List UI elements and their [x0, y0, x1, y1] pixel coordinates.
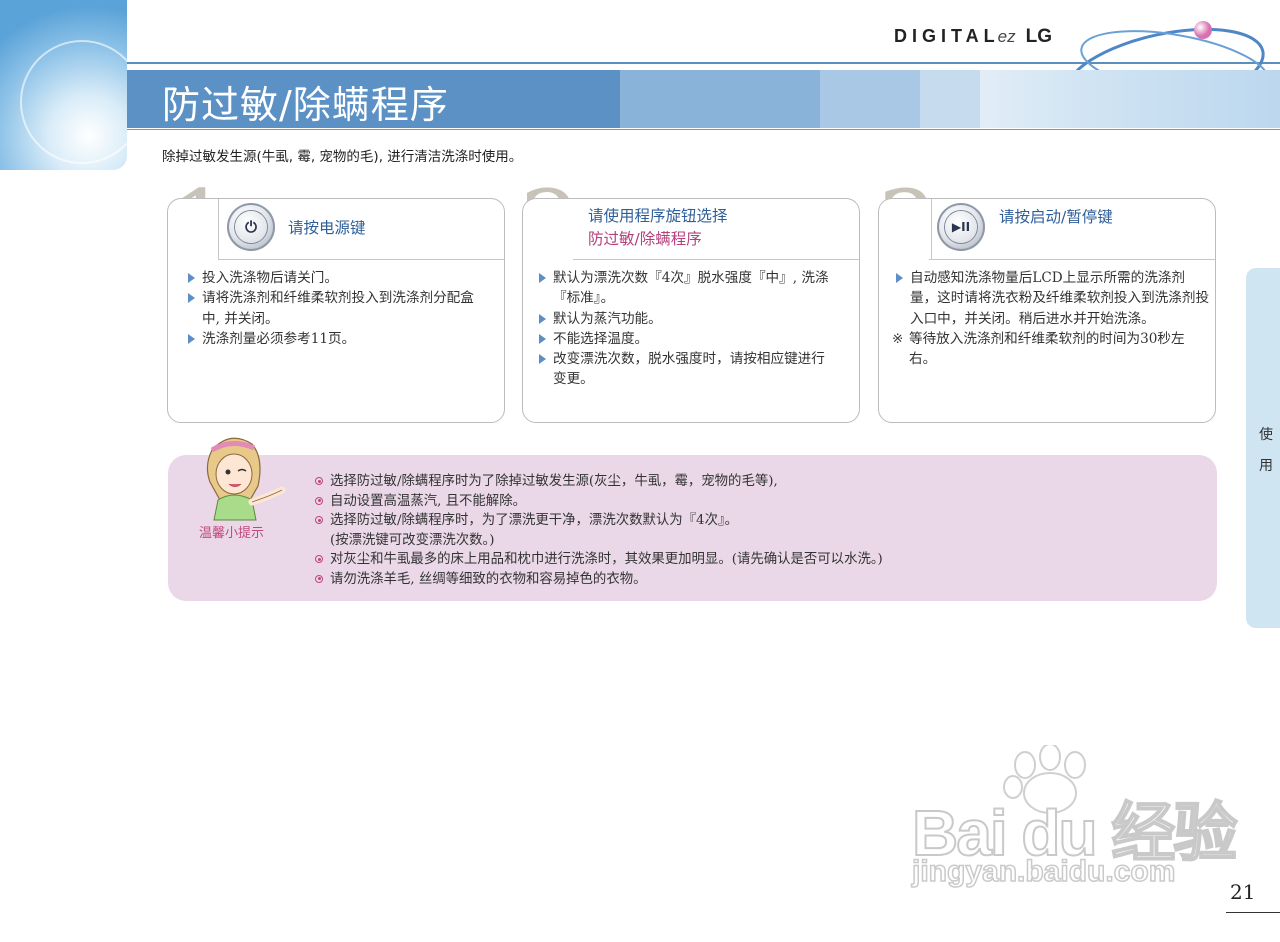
list-item: 改变漂洗次数，脱水强度时，请按相应键进行变更。 — [537, 349, 837, 390]
girl-mascot-icon — [206, 437, 286, 521]
list-item: (按漂洗键可改变漂洗次数。) — [330, 532, 495, 548]
step-3-heading: 请按启动/暂停键 — [999, 208, 1113, 226]
list-item: 默认为蒸汽功能。 — [537, 309, 837, 329]
list-item: 选择防过敏/除螨程序时为了除掉过敏发生源(灰尘，牛虱，霉，宠物的毛等), — [314, 472, 883, 492]
intro-text: 除掉过敏发生源(牛虱, 霉, 宠物的毛), 进行清洁洗涤时使用。 — [162, 149, 523, 165]
page-title: 防过敏/除螨程序 — [162, 83, 449, 127]
step-2-heading-line1: 请使用程序旋钮选择 — [588, 207, 728, 225]
list-item: 自动感知洗涤物量后LCD上显示所需的洗涤剂量，这时请将洗衣粉及纤维柔软剂投入到洗… — [894, 268, 1210, 329]
tip-list: 选择防过敏/除螨程序时为了除掉过敏发生源(灰尘，牛虱，霉，宠物的毛等), 自动设… — [314, 472, 883, 590]
step-3-list: 自动感知洗涤物量后LCD上显示所需的洗涤剂量，这时请将洗衣粉及纤维柔软剂投入到洗… — [892, 268, 1210, 369]
page-number: 21 — [1230, 880, 1256, 904]
step-1-list: 投入洗涤物后请关门。 请将洗涤剂和纤维柔软剂投入到洗涤剂分配盒中, 并关闭。 洗… — [186, 268, 486, 349]
list-item: 洗涤剂量必须参考11页。 — [186, 329, 486, 349]
pink-sphere-icon — [1194, 21, 1212, 39]
note-mark: ※ — [892, 330, 904, 347]
start-pause-button-icon: ▶II — [937, 203, 985, 251]
banner-rule — [127, 129, 1280, 130]
list-item: 对灰尘和牛虱最多的床上用品和枕巾进行洗涤时，其效果更加明显。(请先确认是否可以水… — [314, 550, 883, 570]
power-button-icon: ⏻ — [227, 203, 275, 251]
list-item: 选择防过敏/除螨程序时，为了漂洗更干净，漂洗次数默认为『4次』。 — [314, 511, 883, 531]
page-number-rule — [1226, 912, 1280, 913]
tip-label: 温馨小提示 — [199, 526, 265, 541]
watermark-url: jingyan.baidu.com — [911, 854, 1176, 889]
power-icon: ⏻ — [235, 211, 267, 243]
step-2-heading: 请使用程序旋钮选择 防过敏/除螨程序 — [588, 205, 728, 251]
step-2-list: 默认为漂洗次数『4次』脱水强度『中』, 洗涤『标准』。 默认为蒸汽功能。 不能选… — [537, 268, 837, 390]
note-item: ※ 等待放入洗涤剂和纤维柔软剂的时间为30秒左右。 — [892, 330, 1185, 368]
list-item: 请勿洗涤羊毛, 丝绸等细致的衣物和容易掉色的衣物。 — [314, 570, 883, 590]
step-2-heading-line2: 防过敏/除螨程序 — [588, 230, 702, 248]
play-pause-icon: ▶II — [945, 211, 977, 243]
step-1-heading: 请按电源键 — [288, 219, 366, 237]
corner-decoration — [0, 0, 127, 170]
list-item: 投入洗涤物后请关门。 — [186, 268, 486, 288]
list-item: 不能选择温度。 — [537, 329, 837, 349]
list-item: 自动设置高温蒸汽, 且不能解除。 — [314, 492, 883, 512]
list-item: 请将洗涤剂和纤维柔软剂投入到洗涤剂分配盒中, 并关闭。 — [186, 288, 486, 329]
list-item: 默认为漂洗次数『4次』脱水强度『中』, 洗涤『标准』。 — [537, 268, 837, 309]
side-tab-label: 使 用 — [1259, 427, 1273, 474]
